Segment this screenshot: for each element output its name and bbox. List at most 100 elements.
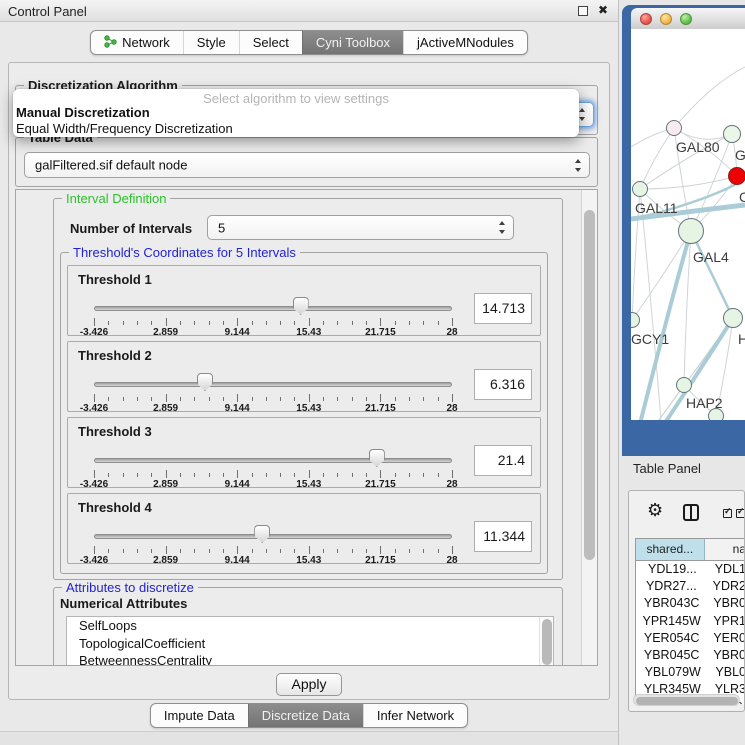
- table-row[interactable]: YBR045CYBR0: [636, 647, 745, 664]
- attribute-item[interactable]: SelfLoops: [67, 617, 553, 635]
- threshold-slider[interactable]: -3.4262.8599.14415.4321.71528: [94, 418, 452, 489]
- slider-thumb[interactable]: [254, 525, 270, 543]
- slider-tick-labels: -3.4262.8599.14415.4321.71528: [94, 327, 452, 339]
- slider-track[interactable]: [94, 382, 452, 387]
- tab-jactivemnodules[interactable]: jActiveMNodules: [403, 31, 527, 54]
- tab-label: Discretize Data: [262, 708, 350, 723]
- slider-thumb[interactable]: [293, 297, 309, 315]
- tab-discretize-data[interactable]: Discretize Data: [248, 704, 363, 727]
- number-of-intervals-combobox[interactable]: 5: [207, 215, 514, 240]
- table-row[interactable]: YER054CYER0: [636, 630, 745, 647]
- tab-style[interactable]: Style: [183, 31, 239, 54]
- cell-shared-name: YDL19...: [636, 561, 709, 578]
- table-row[interactable]: YDL19...YDL1: [636, 561, 745, 578]
- close-icon[interactable]: ✖: [598, 3, 608, 17]
- network-node[interactable]: [666, 120, 682, 136]
- threshold-4-row: Threshold 4 -3.4262.8599.14415.4321.7152…: [67, 493, 541, 564]
- network-canvas[interactable]: GAL80GACGAL11GAL4GCY1HHAP2: [631, 29, 745, 420]
- number-of-intervals-label: Number of Intervals: [70, 221, 192, 236]
- columns-icon[interactable]: [683, 504, 699, 521]
- network-node[interactable]: [678, 218, 704, 244]
- scrollbar-thumb[interactable]: [542, 619, 552, 665]
- tab-label: Select: [253, 35, 289, 50]
- tab-network[interactable]: Network: [91, 31, 183, 54]
- network-node[interactable]: [676, 377, 692, 393]
- algorithm-dropdown-popup: Select algorithm to view settings Manual…: [13, 89, 579, 137]
- node-attribute-table: shared... na YDL19...YDL1YDR27...YDR2YBR…: [635, 538, 745, 704]
- network-node[interactable]: [723, 125, 741, 143]
- cell-name: YER0: [707, 630, 745, 647]
- group-title: Threshold's Coordinates for 5 Intervals: [69, 245, 300, 260]
- slider-tick-labels: -3.4262.8599.14415.4321.71528: [94, 479, 452, 491]
- tab-label: Infer Network: [377, 708, 454, 723]
- threshold-value-field[interactable]: 6.316: [474, 369, 532, 400]
- tab-infer-network[interactable]: Infer Network: [363, 704, 467, 727]
- checkbox-icon[interactable]: [736, 509, 745, 518]
- network-node[interactable]: [728, 167, 745, 185]
- tab-cyni-toolbox[interactable]: Cyni Toolbox: [302, 31, 403, 54]
- threshold-slider[interactable]: -3.4262.8599.14415.4321.71528: [94, 494, 452, 565]
- scrollbar-thumb[interactable]: [636, 697, 738, 705]
- network-node[interactable]: [632, 181, 648, 197]
- slider-ticks: [94, 318, 452, 326]
- tab-impute-data[interactable]: Impute Data: [151, 704, 248, 727]
- network-view-window: GAL80GACGAL11GAL4GCY1HHAP2: [622, 5, 745, 456]
- tab-select[interactable]: Select: [239, 31, 302, 54]
- pane-scrollbar[interactable]: [581, 190, 597, 665]
- table-data-group: Table Data galFiltered.sif default node: [15, 137, 598, 187]
- slider-thumb[interactable]: [369, 449, 385, 467]
- attribute-item[interactable]: TopologicalCoefficient: [67, 635, 553, 653]
- panel-title: Control Panel: [8, 4, 87, 19]
- gear-icon[interactable]: ⚙: [647, 502, 663, 520]
- threshold-slider[interactable]: -3.4262.8599.14415.4321.71528: [94, 266, 452, 337]
- table-row[interactable]: YBR043CYBR0: [636, 595, 745, 612]
- zoom-traffic-light[interactable]: [680, 13, 692, 25]
- network-node[interactable]: [708, 408, 724, 420]
- close-traffic-light[interactable]: [640, 13, 652, 25]
- threshold-value-field[interactable]: 11.344: [474, 521, 532, 552]
- numerical-attributes-list: SelfLoopsTopologicalCoefficientBetweenne…: [66, 616, 554, 666]
- slider-track[interactable]: [94, 458, 452, 463]
- slider-track[interactable]: [94, 306, 452, 311]
- list-scrollbar[interactable]: [539, 617, 553, 666]
- table-header-row: shared... na: [636, 539, 745, 561]
- column-header-shared-name[interactable]: shared...: [636, 539, 705, 560]
- column-header-name[interactable]: na: [705, 539, 745, 560]
- apply-button[interactable]: Apply: [276, 673, 342, 696]
- table-panel: ⚙ shared... na YDL19...YDL1YDR27...YDR2Y…: [628, 490, 745, 712]
- cell-shared-name: YBR045C: [636, 647, 707, 664]
- cell-shared-name: YBR043C: [636, 595, 707, 612]
- table-row[interactable]: YBL079WYBL0: [636, 664, 745, 681]
- scrollbar-thumb[interactable]: [584, 210, 595, 560]
- interval-definition-group: Interval Definition Number of Intervals …: [53, 198, 563, 580]
- dropdown-item-manual[interactable]: Manual Discretization: [13, 105, 579, 121]
- network-node-label: H: [738, 331, 745, 347]
- cell-name: YBR0: [707, 595, 745, 612]
- cell-name: YDL1: [709, 561, 745, 578]
- slider-ticks: [94, 394, 452, 402]
- tab-label: Network: [122, 35, 170, 50]
- thresholds-coordinates-group: Threshold's Coordinates for 5 Intervals …: [60, 252, 548, 574]
- float-window-icon[interactable]: [578, 6, 588, 16]
- threshold-slider[interactable]: -3.4262.8599.14415.4321.71528: [94, 342, 452, 413]
- tab-label: Impute Data: [164, 708, 235, 723]
- minimize-traffic-light[interactable]: [660, 13, 672, 25]
- table-row[interactable]: YPR145WYPR1: [636, 613, 745, 630]
- threshold-1-row: Threshold 1 -3.4262.8599.14415.4321.7152…: [67, 265, 541, 336]
- table-horizontal-scrollbar[interactable]: [633, 694, 740, 706]
- table-data-combobox[interactable]: galFiltered.sif default node: [24, 152, 590, 178]
- checkbox-icon[interactable]: [723, 509, 732, 518]
- cell-shared-name: YBL079W: [636, 664, 709, 681]
- attribute-item[interactable]: BetweennessCentrality: [67, 652, 553, 666]
- cell-shared-name: YDR27...: [636, 578, 707, 595]
- threshold-value-field[interactable]: 14.713: [474, 293, 532, 324]
- group-title: Attributes to discretize: [62, 580, 198, 595]
- dropdown-item-equal-width[interactable]: Equal Width/Frequency Discretization: [13, 121, 579, 137]
- network-node[interactable]: [723, 308, 743, 328]
- threshold-value-field[interactable]: 21.4: [474, 445, 532, 476]
- slider-thumb[interactable]: [197, 373, 213, 391]
- node-table-body: YDL19...YDL1YDR27...YDR2YBR043CYBR0YPR14…: [636, 561, 745, 704]
- slider-track[interactable]: [94, 534, 452, 539]
- cell-name: YDR2: [707, 578, 745, 595]
- table-row[interactable]: YDR27...YDR2: [636, 578, 745, 595]
